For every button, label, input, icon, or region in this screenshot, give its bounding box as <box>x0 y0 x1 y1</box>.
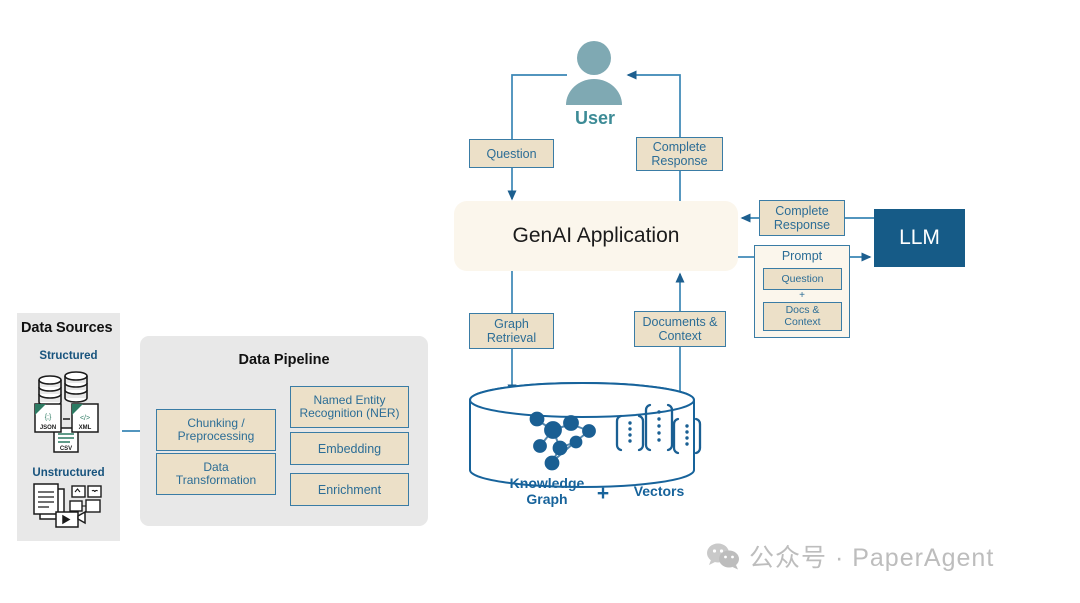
data-pipeline-title: Data Pipeline <box>238 352 330 368</box>
prompt-question-box: Question <box>763 268 842 290</box>
line1: Knowledge <box>509 475 585 491</box>
wechat-icon <box>707 543 739 570</box>
watermark: 公众号 · PaperAgent <box>706 538 994 574</box>
line2: Graph <box>526 490 568 507</box>
line2: Response <box>773 218 831 232</box>
line2: Retrieval <box>486 331 537 345</box>
structured-label: Structured <box>39 350 98 362</box>
data-sources-panel <box>17 313 120 541</box>
knowledge-graph-label: Knowledge Graph <box>492 475 602 507</box>
line1: Complete <box>652 140 707 154</box>
genai-application-box[interactable]: GenAI Application <box>454 201 738 271</box>
step-line1: Named Entity <box>313 392 386 407</box>
documents-context-box[interactable]: Documents & Context <box>634 311 726 347</box>
data-sources-title: Data Sources <box>21 320 113 336</box>
pipeline-step-data-transformation[interactable]: Data Transformation <box>156 453 276 495</box>
question-box[interactable]: Question <box>469 139 554 168</box>
unstructured-label: Unstructured <box>32 467 105 479</box>
watermark-text: 公众号 · PaperAgent <box>749 544 995 572</box>
knowledge-graph-icon <box>529 411 596 471</box>
pipeline-step-ner[interactable]: Named Entity Recognition (NER) <box>290 386 409 428</box>
pipeline-step-chunking[interactable]: Chunking / Preprocessing <box>156 409 276 451</box>
complete-response-box-llm[interactable]: Complete Response <box>759 200 845 236</box>
vector-dots <box>628 410 689 446</box>
line2: Context <box>658 329 702 343</box>
line2: Context <box>784 315 821 328</box>
line2: Response <box>651 154 708 168</box>
step-line1: Data <box>203 459 229 474</box>
vectors-icon <box>615 403 702 455</box>
prompt-title: Prompt <box>781 249 823 263</box>
line1: Documents & <box>642 315 718 329</box>
user-label: User <box>574 108 616 128</box>
line1: Graph <box>494 317 529 331</box>
llm-box[interactable]: LLM <box>874 209 965 267</box>
prompt-docs-context-box: Docs & Context <box>763 302 842 331</box>
line1: Docs & <box>785 303 820 316</box>
step-line2: Transformation <box>175 473 257 487</box>
complete-response-box-user[interactable]: Complete Response <box>636 137 723 171</box>
pipeline-step-embedding[interactable]: Embedding <box>290 432 409 465</box>
line1: Complete <box>775 204 829 218</box>
pipeline-step-enrichment[interactable]: Enrichment <box>290 473 409 506</box>
step-line1: Chunking / <box>187 415 245 430</box>
vectors-label: Vectors <box>633 483 685 499</box>
prompt-box[interactable]: Prompt Question + Docs & Context <box>754 245 850 338</box>
step-line2: Recognition (NER) <box>299 406 400 420</box>
step-line2: Preprocessing <box>177 429 255 443</box>
prompt-plus-sign: + <box>799 290 805 301</box>
line-user-to-question <box>511 74 567 139</box>
datastore-plus-sign: + <box>596 482 610 505</box>
graph-retrieval-box[interactable]: Graph Retrieval <box>469 313 554 349</box>
diagram-canvas: Data Sources Structured Unstructured CSV… <box>0 0 1080 603</box>
